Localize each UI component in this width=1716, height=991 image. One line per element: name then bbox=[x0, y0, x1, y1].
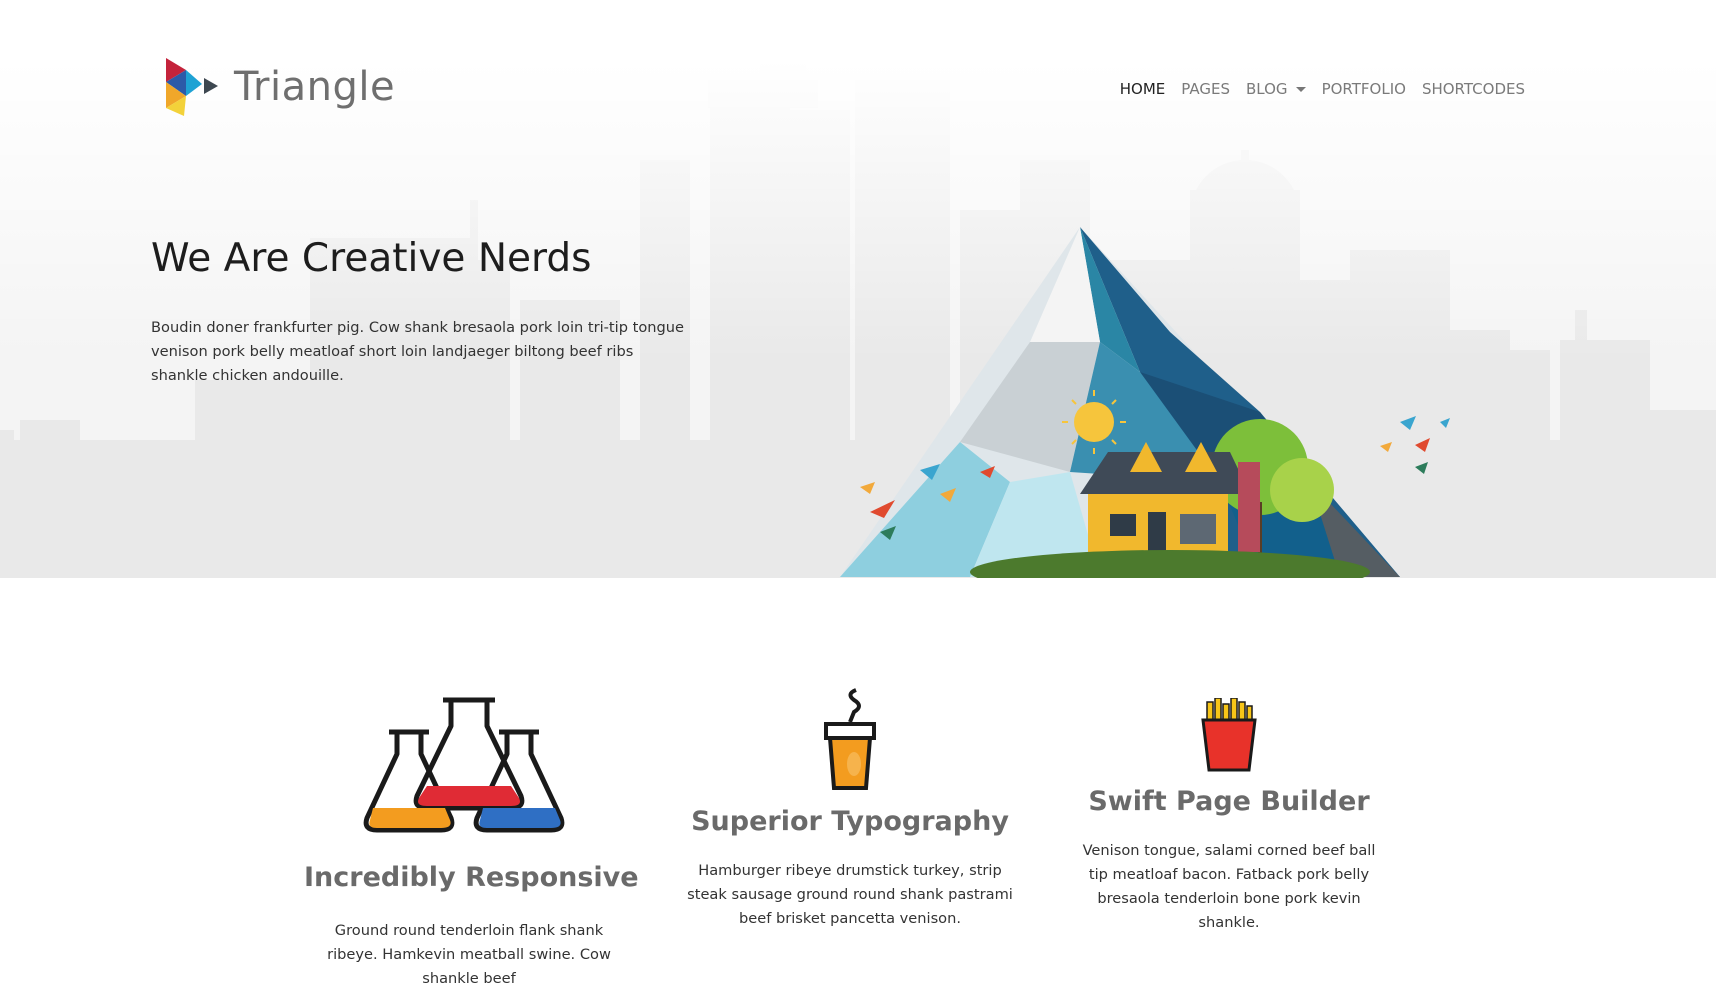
chevron-down-icon bbox=[1295, 86, 1306, 92]
feature-description: Venison tongue, salami corned beef ball … bbox=[1082, 842, 1376, 931]
nav-item-portfolio[interactable]: PORTFOLIO bbox=[1322, 80, 1406, 98]
feature-page-builder: Swift Page Builder Venison tongue, salam… bbox=[1064, 698, 1394, 935]
main-navigation: HOME PAGES BLOG PORTFOLIO SHORTCODES bbox=[1104, 80, 1525, 98]
feature-title: Superior Typography bbox=[691, 806, 1009, 837]
triangle-logo-icon bbox=[166, 58, 218, 116]
nav-item-pages[interactable]: PAGES bbox=[1181, 80, 1230, 98]
feature-typography: Superior Typography Hamburger ribeye dru… bbox=[680, 688, 1020, 931]
nav-item-blog-label: BLOG bbox=[1246, 80, 1288, 98]
feature-title: Incredibly Responsive bbox=[304, 862, 639, 893]
nav-item-home[interactable]: HOME bbox=[1120, 80, 1166, 98]
nav-item-blog[interactable]: BLOG bbox=[1246, 80, 1306, 98]
feature-description: Ground round tenderloin flank shank ribe… bbox=[327, 922, 611, 987]
feature-responsive: Incredibly Responsive Ground round tende… bbox=[304, 696, 639, 991]
fries-icon bbox=[1201, 698, 1257, 772]
hero-title: We Are Creative Nerds bbox=[151, 236, 592, 281]
hero-description: Boudin doner frankfurter pig. Cow shank … bbox=[151, 319, 685, 384]
nav-item-shortcodes[interactable]: SHORTCODES bbox=[1422, 80, 1525, 98]
coffee-cup-icon bbox=[824, 688, 876, 790]
flasks-icon bbox=[363, 697, 565, 833]
mountain-house-illustration bbox=[840, 227, 1450, 578]
feature-description: Hamburger ribeye drumstick turkey, strip… bbox=[687, 862, 1013, 927]
brand-name: Triangle bbox=[234, 64, 396, 110]
brand-logo[interactable]: Triangle bbox=[164, 56, 395, 118]
feature-title: Swift Page Builder bbox=[1088, 786, 1370, 817]
